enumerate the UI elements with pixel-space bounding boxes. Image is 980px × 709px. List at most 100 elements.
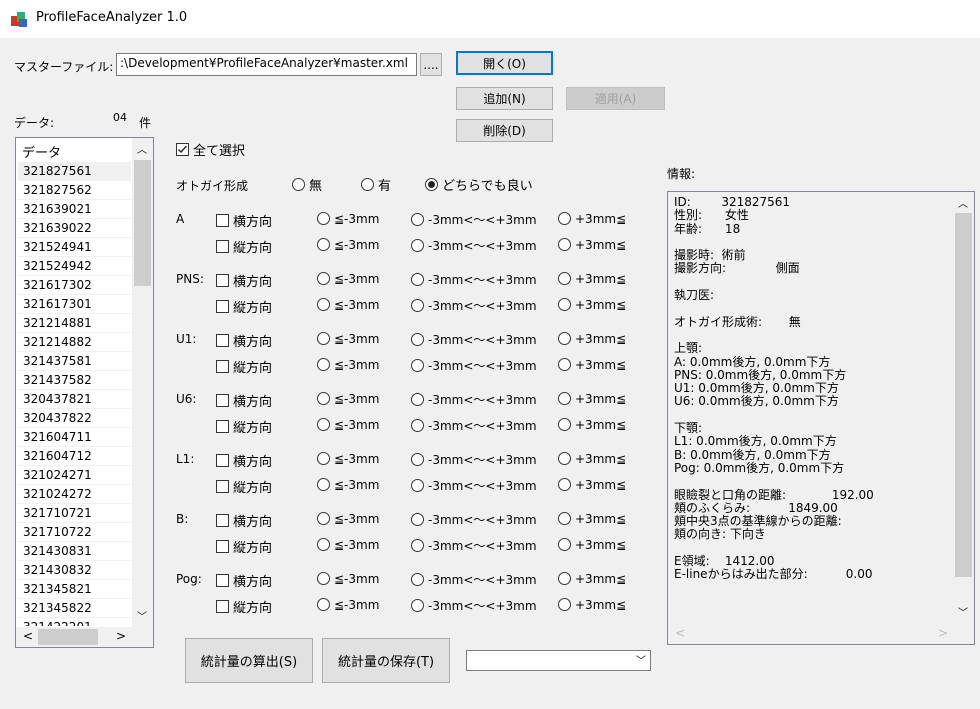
- landmark-3-direction-0-range-1-radio[interactable]: -3mm<～<+3mm: [411, 391, 537, 408]
- landmark-0-direction-0-range-0-radio[interactable]: ≦-3mm: [317, 211, 379, 226]
- list-item[interactable]: 321345822: [18, 599, 131, 618]
- landmark-6-direction-1-checkbox[interactable]: 縦方向: [216, 597, 272, 616]
- landmark-4-direction-0-range-0-radio[interactable]: ≦-3mm: [317, 451, 379, 466]
- list-item[interactable]: 321639021: [18, 200, 131, 219]
- landmark-1-direction-1-checkbox[interactable]: 縦方向: [216, 297, 272, 316]
- browse-button[interactable]: ....: [420, 53, 442, 76]
- landmark-1-direction-0-range-2-radio[interactable]: +3mm≦: [558, 271, 626, 286]
- landmark-2-direction-1-checkbox[interactable]: 縦方向: [216, 357, 272, 376]
- info-vscrollbar[interactable]: ︿ ﹀: [953, 192, 974, 624]
- landmark-5-direction-1-range-2-radio[interactable]: +3mm≦: [558, 537, 626, 552]
- otogai-radio-2[interactable]: どちらでも良い: [425, 175, 533, 194]
- landmark-1-direction-0-range-1-radio[interactable]: -3mm<～<+3mm: [411, 271, 537, 288]
- landmark-6-direction-0-range-2-radio[interactable]: +3mm≦: [558, 571, 626, 586]
- list-item[interactable]: 320437822: [18, 409, 131, 428]
- landmark-4-direction-0-checkbox[interactable]: 横方向: [216, 451, 272, 470]
- landmark-6-direction-1-range-0-radio[interactable]: ≦-3mm: [317, 597, 379, 612]
- landmark-4-direction-1-range-1-radio[interactable]: -3mm<～<+3mm: [411, 477, 537, 494]
- list-item[interactable]: 321827561: [18, 162, 131, 181]
- info-vscroll-thumb[interactable]: [955, 213, 972, 577]
- landmark-1-direction-1-range-0-radio[interactable]: ≦-3mm: [317, 297, 379, 312]
- landmark-5-direction-1-range-1-radio[interactable]: -3mm<～<+3mm: [411, 537, 537, 554]
- landmark-2-direction-1-range-0-radio[interactable]: ≦-3mm: [317, 357, 379, 372]
- landmark-2-direction-1-range-2-radio[interactable]: +3mm≦: [558, 357, 626, 372]
- scroll-right-icon[interactable]: >: [116, 629, 126, 643]
- data-list-vscrollbar[interactable]: ︿ ﹀: [132, 138, 153, 627]
- scroll-down-icon[interactable]: ﹀: [958, 604, 968, 619]
- landmark-5-direction-0-checkbox[interactable]: 横方向: [216, 511, 272, 530]
- landmark-4-direction-0-range-1-radio[interactable]: -3mm<～<+3mm: [411, 451, 537, 468]
- list-item[interactable]: 321617302: [18, 276, 131, 295]
- landmark-5-direction-0-range-2-radio[interactable]: +3mm≦: [558, 511, 626, 526]
- landmark-4-direction-0-range-2-radio[interactable]: +3mm≦: [558, 451, 626, 466]
- landmark-6-direction-0-range-0-radio[interactable]: ≦-3mm: [317, 571, 379, 586]
- list-item[interactable]: 321430832: [18, 561, 131, 580]
- save-statistics-button[interactable]: 統計量の保存(T): [322, 638, 450, 683]
- otogai-radio-0[interactable]: 無: [292, 175, 322, 194]
- scroll-right-icon[interactable]: >: [938, 626, 948, 640]
- landmark-2-direction-1-range-1-radio[interactable]: -3mm<～<+3mm: [411, 357, 537, 374]
- landmark-3-direction-1-range-2-radio[interactable]: +3mm≦: [558, 417, 626, 432]
- apply-button[interactable]: 適用(A): [566, 87, 665, 110]
- chevron-down-icon[interactable]: ﹀: [636, 652, 646, 667]
- landmark-2-direction-0-range-0-radio[interactable]: ≦-3mm: [317, 331, 379, 346]
- list-item[interactable]: 321710721: [18, 504, 131, 523]
- list-item[interactable]: 321524941: [18, 238, 131, 257]
- landmark-2-direction-0-checkbox[interactable]: 横方向: [216, 331, 272, 350]
- landmark-1-direction-0-checkbox[interactable]: 横方向: [216, 271, 272, 290]
- list-item[interactable]: 321604712: [18, 447, 131, 466]
- list-item[interactable]: 321345821: [18, 580, 131, 599]
- list-item[interactable]: 321827562: [18, 181, 131, 200]
- landmark-0-direction-1-range-1-radio[interactable]: -3mm<～<+3mm: [411, 237, 537, 254]
- list-item[interactable]: 321639022: [18, 219, 131, 238]
- landmark-5-direction-0-range-1-radio[interactable]: -3mm<～<+3mm: [411, 511, 537, 528]
- list-item[interactable]: 321710722: [18, 523, 131, 542]
- landmark-0-direction-1-range-0-radio[interactable]: ≦-3mm: [317, 237, 379, 252]
- landmark-3-direction-1-range-1-radio[interactable]: -3mm<～<+3mm: [411, 417, 537, 434]
- landmark-6-direction-0-checkbox[interactable]: 横方向: [216, 571, 272, 590]
- info-hscrollbar[interactable]: < >: [668, 624, 953, 644]
- list-item[interactable]: 321617301: [18, 295, 131, 314]
- output-combobox[interactable]: ﹀: [466, 650, 651, 671]
- list-item[interactable]: 321214882: [18, 333, 131, 352]
- data-list-hscrollbar[interactable]: < >: [16, 627, 153, 647]
- landmark-3-direction-0-range-0-radio[interactable]: ≦-3mm: [317, 391, 379, 406]
- landmark-3-direction-1-checkbox[interactable]: 縦方向: [216, 417, 272, 436]
- landmark-0-direction-1-range-2-radio[interactable]: +3mm≦: [558, 237, 626, 252]
- list-item[interactable]: 320437821: [18, 390, 131, 409]
- add-button[interactable]: 追加(N): [456, 87, 553, 110]
- landmark-4-direction-1-range-0-radio[interactable]: ≦-3mm: [317, 477, 379, 492]
- landmark-6-direction-0-range-1-radio[interactable]: -3mm<～<+3mm: [411, 571, 537, 588]
- list-item[interactable]: 321437581: [18, 352, 131, 371]
- list-item[interactable]: 321604711: [18, 428, 131, 447]
- landmark-5-direction-1-checkbox[interactable]: 縦方向: [216, 537, 272, 556]
- landmark-0-direction-0-range-1-radio[interactable]: -3mm<～<+3mm: [411, 211, 537, 228]
- landmark-2-direction-0-range-2-radio[interactable]: +3mm≦: [558, 331, 626, 346]
- landmark-3-direction-1-range-0-radio[interactable]: ≦-3mm: [317, 417, 379, 432]
- list-item[interactable]: 321024271: [18, 466, 131, 485]
- landmark-5-direction-1-range-0-radio[interactable]: ≦-3mm: [317, 537, 379, 552]
- scroll-up-icon[interactable]: ︿: [958, 195, 968, 210]
- master-file-input[interactable]: :\Development¥ProfileFaceAnalyzer¥master…: [116, 53, 417, 76]
- scroll-down-icon[interactable]: ﹀: [137, 608, 147, 623]
- landmark-3-direction-0-checkbox[interactable]: 横方向: [216, 391, 272, 410]
- list-item[interactable]: 321422201: [18, 618, 131, 626]
- info-textbox[interactable]: ID: 321827561 性別: 女性 年齢: 18 撮影時: 術前 撮影方向…: [667, 191, 975, 645]
- data-list-hscroll-thumb[interactable]: [38, 629, 98, 645]
- landmark-2-direction-0-range-1-radio[interactable]: -3mm<～<+3mm: [411, 331, 537, 348]
- landmark-0-direction-0-checkbox[interactable]: 横方向: [216, 211, 272, 230]
- list-item[interactable]: 321024272: [18, 485, 131, 504]
- landmark-6-direction-1-range-2-radio[interactable]: +3mm≦: [558, 597, 626, 612]
- scroll-left-icon[interactable]: <: [23, 629, 33, 643]
- calc-statistics-button[interactable]: 統計量の算出(S): [185, 638, 313, 683]
- data-list[interactable]: データ 321827561 321827562 321639021 321639022…: [15, 137, 154, 648]
- landmark-4-direction-1-range-2-radio[interactable]: +3mm≦: [558, 477, 626, 492]
- landmark-0-direction-0-range-2-radio[interactable]: +3mm≦: [558, 211, 626, 226]
- scroll-left-icon[interactable]: <: [675, 626, 685, 640]
- open-button[interactable]: 開く(O): [456, 51, 553, 75]
- otogai-radio-1[interactable]: 有: [361, 175, 391, 194]
- list-item[interactable]: 321437582: [18, 371, 131, 390]
- scroll-up-icon[interactable]: ︿: [137, 141, 147, 156]
- delete-button[interactable]: 削除(D): [456, 119, 553, 142]
- data-list-vscroll-thumb[interactable]: [134, 160, 151, 286]
